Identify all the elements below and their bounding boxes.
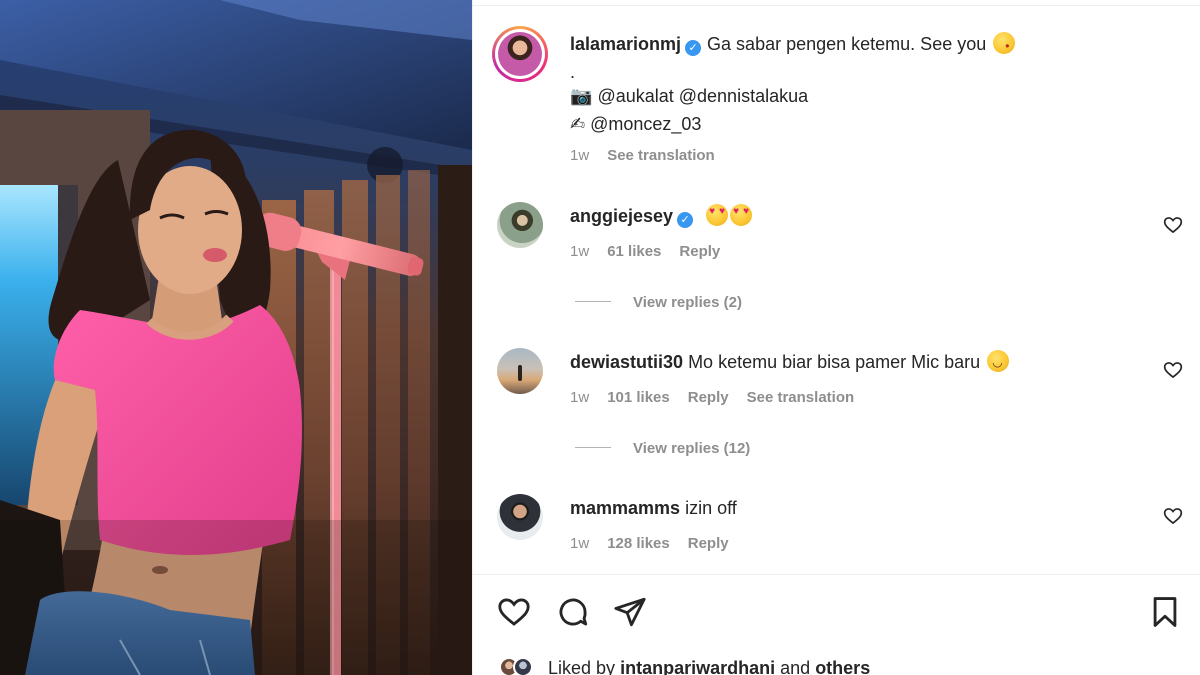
- heart-eyes-emoji-icon: [706, 204, 729, 226]
- caption-credit-2: ✍ @moncez_03: [570, 112, 701, 136]
- comment-like-heart-icon[interactable]: [1163, 360, 1183, 380]
- view-replies-label[interactable]: View replies (2): [633, 294, 742, 311]
- comment-text: izin off: [685, 498, 737, 518]
- replies-dash: [575, 301, 611, 302]
- caption-see-translation[interactable]: See translation: [607, 147, 715, 164]
- caption-meta: 1w See translation: [570, 146, 733, 166]
- see-translation-button[interactable]: See translation: [747, 389, 855, 406]
- comment-line: mammamms izin off: [570, 496, 737, 520]
- caption-time: 1w: [570, 147, 590, 164]
- comment-meta: 1w 101 likes Reply See translation: [570, 388, 872, 408]
- caption-dot: .: [570, 62, 576, 82]
- caption-username[interactable]: lalamarionmj: [570, 34, 681, 54]
- heart-icon[interactable]: [497, 595, 531, 629]
- view-replies-button[interactable]: View replies (2): [575, 293, 742, 313]
- kiss-emoji-icon: [993, 32, 1016, 54]
- comment-like-heart-icon[interactable]: [1163, 215, 1183, 235]
- view-replies-label[interactable]: View replies (12): [633, 440, 750, 457]
- liked-by-and: and: [780, 658, 811, 675]
- comment-line: dewiastutii30 Mo ketemu biar bisa pamer …: [570, 350, 1010, 374]
- caption-line: lalamarionmj ✓ Ga sabar pengen ketemu. See…: [570, 32, 1016, 56]
- comment-text: Mo ketemu biar bisa pamer Mic baru: [688, 352, 981, 372]
- camera-emoji-icon: 📷: [570, 86, 593, 106]
- comment-icon[interactable]: [556, 595, 590, 629]
- avatar-image: [498, 32, 542, 76]
- comment-avatar-dewiastutii30[interactable]: [497, 348, 543, 394]
- comment-likes[interactable]: 128 likes: [607, 535, 670, 552]
- post-side-panel: lalamarionmj ✓ Ga sabar pengen ketemu. See…: [472, 0, 1200, 675]
- comment-username[interactable]: mammamms: [570, 498, 680, 518]
- reply-button[interactable]: Reply: [679, 243, 720, 260]
- comment-avatar-anggiejesey[interactable]: [497, 202, 543, 248]
- caption-author-avatar[interactable]: [492, 26, 548, 82]
- top-border: [473, 0, 1200, 6]
- comment-time: 1w: [570, 243, 590, 260]
- actions-divider: [473, 574, 1200, 575]
- verified-badge-icon: ✓: [677, 212, 694, 228]
- heart-eyes-emoji-icon: [730, 204, 753, 226]
- writing-hand-emoji-icon: ✍: [570, 114, 586, 134]
- view-replies-button[interactable]: View replies (12): [575, 439, 750, 459]
- avatar-inner: [495, 29, 545, 79]
- credit-1-mentions[interactable]: @aukalat @dennistalakua: [597, 86, 808, 106]
- bookmark-icon[interactable]: [1148, 595, 1182, 629]
- comment-time: 1w: [570, 535, 590, 552]
- reply-button[interactable]: Reply: [688, 389, 729, 406]
- verified-badge-icon: ✓: [685, 40, 702, 56]
- replies-dash: [575, 447, 611, 448]
- comment-time: 1w: [570, 389, 590, 406]
- comment-meta: 1w 128 likes Reply: [570, 534, 747, 554]
- post-photo-illustration: [0, 0, 472, 675]
- paper-plane-icon[interactable]: [613, 595, 647, 629]
- liked-by-others[interactable]: others: [815, 658, 870, 675]
- comment-username[interactable]: dewiastutii30: [570, 352, 683, 372]
- comment-username[interactable]: anggiejesey: [570, 206, 673, 226]
- rolling-laugh-emoji-icon: [987, 350, 1010, 372]
- comment-meta: 1w 61 likes Reply: [570, 242, 738, 262]
- comment-line: anggiejesey ✓: [570, 204, 753, 228]
- liked-by-user[interactable]: intanpariwardhani: [620, 658, 775, 675]
- liker-avatar[interactable]: [513, 657, 533, 675]
- reply-button[interactable]: Reply: [688, 535, 729, 552]
- credit-2-mentions[interactable]: @moncez_03: [590, 114, 701, 134]
- comment-like-heart-icon[interactable]: [1163, 506, 1183, 526]
- comment-likes[interactable]: 61 likes: [607, 243, 661, 260]
- comment-avatar-mammamms[interactable]: [497, 494, 543, 540]
- liked-by-row: Liked by intanpariwardhani and others: [499, 656, 870, 675]
- post-photo[interactable]: [0, 0, 472, 675]
- caption-text: Ga sabar pengen ketemu. See you: [707, 34, 987, 54]
- liked-by-prefix: Liked by: [548, 658, 616, 675]
- caption-credit-1: 📷 @aukalat @dennistalakua: [570, 84, 808, 108]
- comment-likes[interactable]: 101 likes: [607, 389, 670, 406]
